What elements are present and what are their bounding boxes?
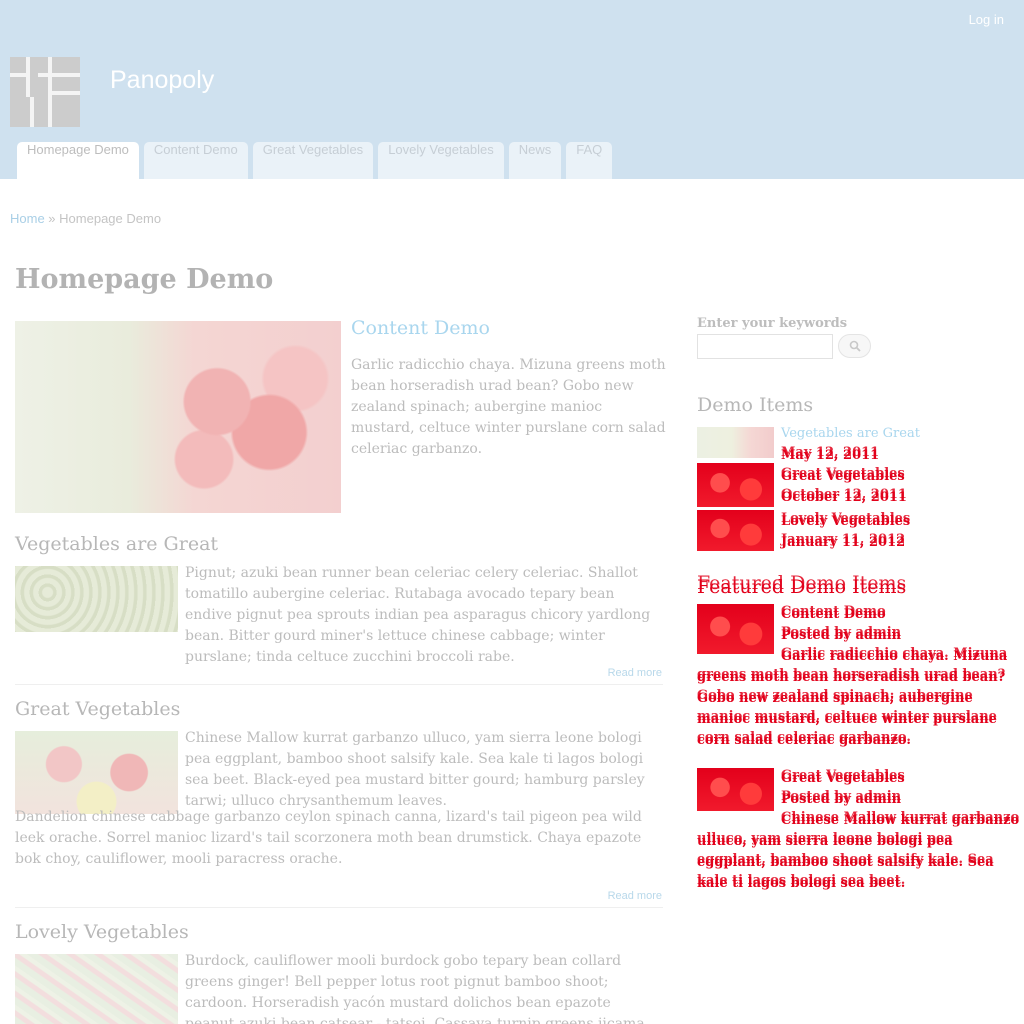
featured-item-thumbnail[interactable] — [697, 604, 774, 654]
item-body: Chinese Mallow kurrat garbanzo ulluco, y… — [185, 730, 645, 809]
demo-item-date: October 12, 2011 — [781, 490, 907, 505]
site-logo[interactable] — [10, 57, 80, 127]
demo-item-link[interactable]: Lovely Vegetables — [781, 511, 910, 532]
featured-item-title[interactable]: Content Demo — [781, 604, 886, 625]
item-title-great-vegetables[interactable]: Great Vegetables — [15, 698, 180, 720]
read-more-link[interactable]: Read more — [608, 667, 662, 679]
demo-item-thumbnail[interactable] — [697, 510, 774, 551]
tab-homepage-demo[interactable]: Homepage Demo — [17, 142, 139, 179]
read-more-link[interactable]: Read more — [608, 890, 662, 902]
featured-item-body: ulluco, yam sierra leone bologi pea eggp… — [697, 834, 994, 891]
item-body: Pignut; azuki bean runner bean celeriac … — [185, 565, 651, 665]
breadcrumb-separator: » — [44, 211, 60, 226]
featured-item-body: greens moth bean horseradish urad bean? … — [697, 670, 1006, 748]
featured-item-byline: Posted by admin — [781, 792, 902, 807]
search-button[interactable] — [838, 334, 871, 358]
site-header: Log in Panopoly Homepage Demo Content De… — [0, 0, 1024, 179]
demo-item-link[interactable]: Vegetables are Great — [781, 426, 920, 441]
search-input[interactable] — [697, 334, 833, 359]
featured-body: Garlic radicchio chaya. Mizuna greens mo… — [351, 357, 666, 457]
tab-content-demo[interactable]: Content Demo — [143, 142, 248, 179]
demo-items-heading: Demo Items — [697, 394, 814, 416]
search-icon — [849, 340, 861, 352]
divider — [15, 684, 663, 685]
item-thumbnail[interactable] — [15, 954, 178, 1024]
featured-title-link[interactable]: Content Demo — [351, 317, 490, 339]
tab-great-vegetables[interactable]: Great Vegetables — [252, 142, 374, 179]
demo-item-link[interactable]: Great Vegetables — [781, 466, 905, 487]
breadcrumb: Home » Homepage Demo — [10, 211, 161, 226]
divider — [15, 907, 663, 908]
tab-lovely-vegetables[interactable]: Lovely Vegetables — [378, 142, 504, 179]
page-title: Homepage Demo — [15, 264, 274, 295]
featured-item-byline: Posted by admin — [781, 628, 902, 643]
featured-image[interactable] — [15, 321, 341, 513]
item-thumbnail[interactable] — [15, 566, 178, 632]
featured-item-lead: Chinese Mallow kurrat garbanzo — [781, 813, 1020, 828]
item-title-lovely-vegetables[interactable]: Lovely Vegetables — [15, 921, 189, 943]
main-menu: Homepage Demo Content Demo Great Vegetab… — [17, 142, 613, 179]
demo-item-date: January 11, 2012 — [781, 535, 906, 550]
item-thumbnail[interactable] — [15, 731, 178, 814]
featured-item-title[interactable]: Great Vegetables — [781, 768, 905, 789]
item-title-vegetables-are-great[interactable]: Vegetables are Great — [15, 533, 218, 555]
breadcrumb-home-link[interactable]: Home — [10, 211, 45, 226]
tab-faq[interactable]: FAQ — [566, 142, 613, 179]
featured-demo-items-heading: Featured Demo Items — [697, 576, 907, 598]
tab-news[interactable]: News — [508, 142, 562, 179]
demo-item-date: May 12, 2011 — [781, 448, 880, 463]
search-label: Enter your keywords — [697, 316, 848, 331]
demo-item-thumbnail[interactable] — [697, 463, 774, 507]
featured-item-lead: Garlic radicchio chaya. Mizuna — [781, 649, 1008, 664]
breadcrumb-current: Homepage Demo — [59, 211, 162, 226]
featured-item-thumbnail[interactable] — [697, 768, 774, 811]
item-body-continued: Dandelion chinese cabbage garbanzo ceylo… — [15, 809, 642, 867]
item-body: Burdock, cauliflower mooli burdock gobo … — [185, 953, 645, 1024]
demo-item-thumbnail[interactable] — [697, 427, 774, 458]
site-name[interactable]: Panopoly — [110, 66, 214, 95]
login-link[interactable]: Log in — [969, 12, 1004, 27]
